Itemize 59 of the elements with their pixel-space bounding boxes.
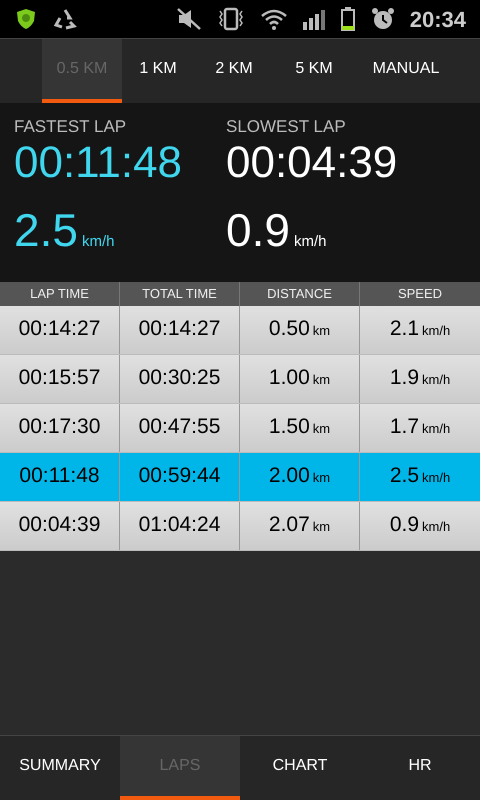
table-cell: 00:14:27 <box>18 316 100 342</box>
table-cell: 00:11:48 <box>19 463 100 489</box>
table-row[interactable]: 00:14:27 00:14:27 0.50 km 2.1 km/h <box>0 306 480 355</box>
unit-label: km/h <box>422 518 450 536</box>
wifi-icon <box>260 8 288 30</box>
table-row[interactable]: 00:11:48 00:59:44 2.00 km 2.5 km/h <box>0 453 480 502</box>
unit-label: km <box>312 371 330 389</box>
table-row[interactable]: 00:04:39 01:04:24 2.07 km 0.9 km/h <box>0 502 480 551</box>
speed-unit: km/h <box>294 232 326 252</box>
bottom-tab[interactable]: HR <box>360 736 480 800</box>
speed-value: 0.9 <box>226 203 290 257</box>
stat-label: FASTEST LAP <box>14 117 126 137</box>
table-cell: 00:47:55 <box>138 414 220 440</box>
stat-label: SLOWEST LAP <box>226 117 346 137</box>
table-cell: 1.7 <box>390 414 420 440</box>
distance-tab[interactable]: MANUAL <box>354 39 458 103</box>
mute-icon <box>176 7 202 31</box>
distance-tab[interactable]: 1 KM <box>122 39 194 103</box>
table-cell: 0.9 <box>390 512 420 538</box>
table-cell: 00:17:30 <box>18 414 100 440</box>
unit-label: km/h <box>422 469 450 487</box>
distance-tab[interactable]: 2 KM <box>194 39 274 103</box>
table-cell: 2.00 <box>268 463 310 489</box>
lap-time: 00:04:39 <box>226 137 398 189</box>
recycle-icon <box>52 7 78 31</box>
table-cell: 1.00 <box>268 365 310 391</box>
speed-unit: km/h <box>82 232 114 252</box>
shield-icon <box>14 7 38 31</box>
table-row[interactable]: 00:15:57 00:30:25 1.00 km 1.9 km/h <box>0 355 480 404</box>
table-cell: 2.1 <box>390 316 420 342</box>
battery-icon <box>340 6 356 32</box>
table-cell: 1.50 <box>268 414 310 440</box>
table-cell: 00:14:27 <box>138 316 220 342</box>
distance-tab[interactable]: 5 KM <box>274 39 354 103</box>
clock-time: 20:34 <box>410 6 466 34</box>
table-cell: 01:04:24 <box>138 512 220 538</box>
unit-label: km <box>312 420 330 438</box>
unit-label: km <box>312 469 330 487</box>
unit-label: km <box>312 322 330 340</box>
bottom-tab[interactable]: CHART <box>240 736 360 800</box>
table-cell: 2.5 <box>390 463 420 489</box>
table-cell: 2.07 <box>268 512 310 538</box>
unit-label: km <box>312 518 330 536</box>
table-cell: 00:59:44 <box>138 463 220 489</box>
unit-label: km/h <box>422 371 450 389</box>
bottom-tab[interactable]: SUMMARY <box>0 736 120 800</box>
unit-label: km/h <box>422 420 450 438</box>
column-header: SPEED <box>396 285 444 304</box>
table-cell: 0.50 <box>268 316 310 342</box>
signal-icon <box>302 8 326 30</box>
alarm-icon <box>370 6 396 32</box>
unit-label: km/h <box>422 322 450 340</box>
table-cell: 00:15:57 <box>18 365 100 391</box>
lap-time: 00:11:48 <box>14 137 182 189</box>
table-cell: 00:04:39 <box>18 512 100 538</box>
table-cell: 00:30:25 <box>138 365 220 391</box>
table-cell: 1.9 <box>390 365 420 391</box>
table-row[interactable]: 00:17:30 00:47:55 1.50 km 1.7 km/h <box>0 404 480 453</box>
speed-value: 2.5 <box>14 203 78 257</box>
